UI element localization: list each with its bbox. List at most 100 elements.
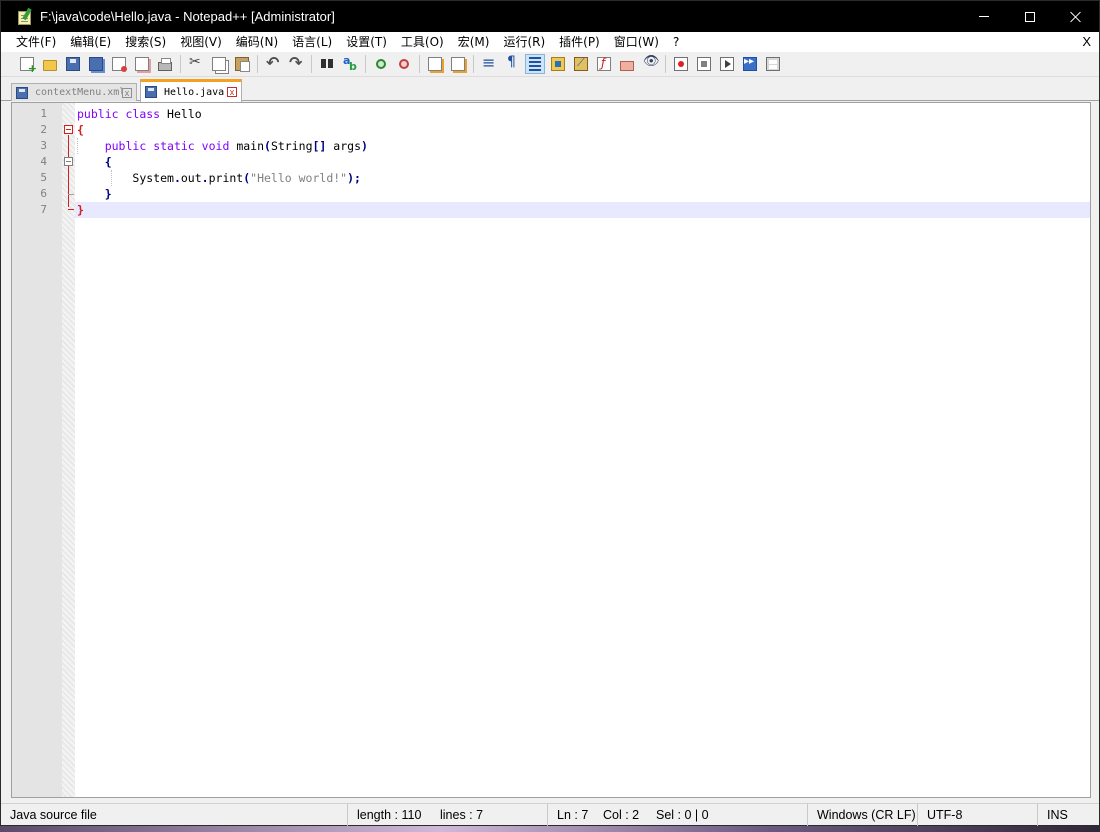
tab-hello-java[interactable]: Hello.java x	[140, 79, 242, 102]
copy-button[interactable]	[209, 54, 229, 74]
status-lines: lines : 7	[440, 808, 484, 822]
indent-guide-button[interactable]	[525, 54, 545, 74]
menu-search[interactable]: 搜索(S)	[118, 32, 173, 52]
fold-collapse-icon[interactable]	[64, 125, 73, 134]
save-button[interactable]	[63, 54, 83, 74]
sync-horizontal-button[interactable]	[448, 54, 468, 74]
eye-icon	[643, 54, 660, 71]
save-icon	[66, 57, 80, 71]
code-line: }	[75, 186, 1090, 202]
status-bar: Java source file length : 110 lines : 7 …	[1, 803, 1099, 826]
menu-file[interactable]: 文件(F)	[9, 32, 63, 52]
tab-close-icon[interactable]: x	[122, 87, 132, 98]
fold-line	[68, 135, 69, 207]
tab-contextmenu-xml[interactable]: contextMenu.xml x	[11, 83, 137, 101]
editor-area[interactable]: 1 2 3 4 5 6 7 public class Hello { publi…	[11, 102, 1091, 798]
menu-plugins[interactable]: 插件(P)	[552, 32, 607, 52]
new-file-button[interactable]	[17, 54, 37, 75]
tab-close-icon[interactable]: x	[227, 87, 237, 97]
toolbar-separator	[180, 55, 181, 73]
line-number-margin[interactable]: 1 2 3 4 5 6 7	[12, 103, 62, 797]
operator: (	[264, 139, 271, 153]
menu-window[interactable]: 窗口(W)	[607, 32, 666, 52]
menu-help[interactable]: ?	[666, 32, 686, 52]
menu-language[interactable]: 语言(L)	[285, 32, 339, 52]
replace-button[interactable]	[340, 54, 360, 74]
redo-button[interactable]	[286, 53, 306, 74]
printer-icon	[158, 57, 172, 71]
line-number: 7	[40, 203, 47, 216]
menu-encoding[interactable]: 编码(N)	[229, 32, 285, 52]
find-button[interactable]	[317, 54, 337, 74]
define-language-button[interactable]	[548, 54, 568, 74]
minimize-button[interactable]	[961, 1, 1007, 32]
stop-icon	[697, 57, 711, 71]
save-macro-button[interactable]	[763, 54, 783, 74]
pilcrow-icon	[505, 54, 519, 71]
saved-file-icon	[145, 86, 157, 98]
indent-guide	[111, 170, 112, 186]
fold-end-marker	[68, 209, 74, 210]
code-line: System.out.print("Hello world!");	[75, 170, 1090, 186]
line-number: 4	[40, 155, 47, 168]
string-literal: "Hello world!"	[250, 171, 348, 185]
menu-edit[interactable]: 编辑(E)	[63, 32, 118, 52]
show-all-characters-button[interactable]	[502, 54, 522, 74]
toolbar-separator	[665, 55, 666, 73]
matched-brace: {	[77, 123, 84, 137]
close-all-icon	[135, 57, 149, 71]
current-code-line: }	[75, 202, 1090, 218]
title-bar[interactable]: F:\java\code\Hello.java - Notepad++ [Adm…	[1, 1, 1099, 32]
cut-button[interactable]	[186, 54, 206, 74]
menu-macro[interactable]: 宏(M)	[451, 32, 497, 52]
paste-button[interactable]	[232, 54, 252, 74]
open-file-button[interactable]	[40, 54, 60, 74]
save-all-icon	[89, 57, 103, 71]
fold-collapse-icon[interactable]	[64, 157, 73, 166]
play-macro-button[interactable]	[717, 54, 737, 74]
sync-horizontal-icon	[451, 57, 465, 71]
fold-end-marker	[68, 194, 74, 195]
toolbar-separator	[257, 55, 258, 73]
word-wrap-button[interactable]	[479, 53, 499, 74]
record-macro-button[interactable]	[671, 54, 691, 74]
zoom-in-button[interactable]	[371, 54, 391, 74]
status-file-type: Java source file	[10, 808, 97, 822]
maximize-icon	[1025, 11, 1035, 22]
function-list-button[interactable]	[594, 54, 614, 74]
replace-icon	[343, 54, 357, 73]
undo-button[interactable]	[263, 53, 283, 74]
notepadpp-app-icon[interactable]	[17, 7, 33, 25]
open-folder-icon	[43, 60, 57, 71]
paste-icon	[235, 57, 250, 72]
code-view[interactable]: public class Hello { public static void …	[75, 103, 1090, 797]
close-all-button[interactable]	[132, 54, 152, 74]
close-document-button[interactable]: X	[1082, 32, 1091, 52]
identifier: print	[208, 171, 244, 185]
document-map-icon	[574, 55, 588, 71]
zoom-out-button[interactable]	[394, 54, 414, 74]
close-file-button[interactable]	[109, 54, 129, 74]
menu-view[interactable]: 视图(V)	[173, 32, 229, 52]
status-insert-mode[interactable]: INS	[1037, 804, 1068, 826]
menu-tools[interactable]: 工具(O)	[394, 32, 451, 52]
folder-as-workspace-button[interactable]	[617, 54, 637, 74]
run-macro-multiple-button[interactable]	[740, 54, 760, 74]
menu-bar: 文件(F) 编辑(E) 搜索(S) 视图(V) 编码(N) 语言(L) 设置(T…	[1, 32, 1099, 52]
close-button[interactable]	[1053, 1, 1099, 32]
maximize-button[interactable]	[1007, 1, 1053, 32]
print-button[interactable]	[155, 54, 175, 74]
document-map-button[interactable]	[571, 54, 591, 74]
sync-vertical-button[interactable]	[425, 54, 445, 74]
menu-run[interactable]: 运行(R)	[496, 32, 552, 52]
toolbar	[1, 52, 1099, 77]
fold-margin[interactable]	[62, 103, 75, 797]
line-number: 1	[40, 107, 47, 120]
status-encoding[interactable]: UTF-8	[917, 804, 962, 826]
code-line: {	[75, 154, 1090, 170]
status-eol-format[interactable]: Windows (CR LF)	[807, 804, 916, 826]
monitoring-button[interactable]	[640, 54, 660, 74]
stop-macro-button[interactable]	[694, 54, 714, 74]
menu-settings[interactable]: 设置(T)	[339, 32, 394, 52]
save-all-button[interactable]	[86, 54, 106, 74]
